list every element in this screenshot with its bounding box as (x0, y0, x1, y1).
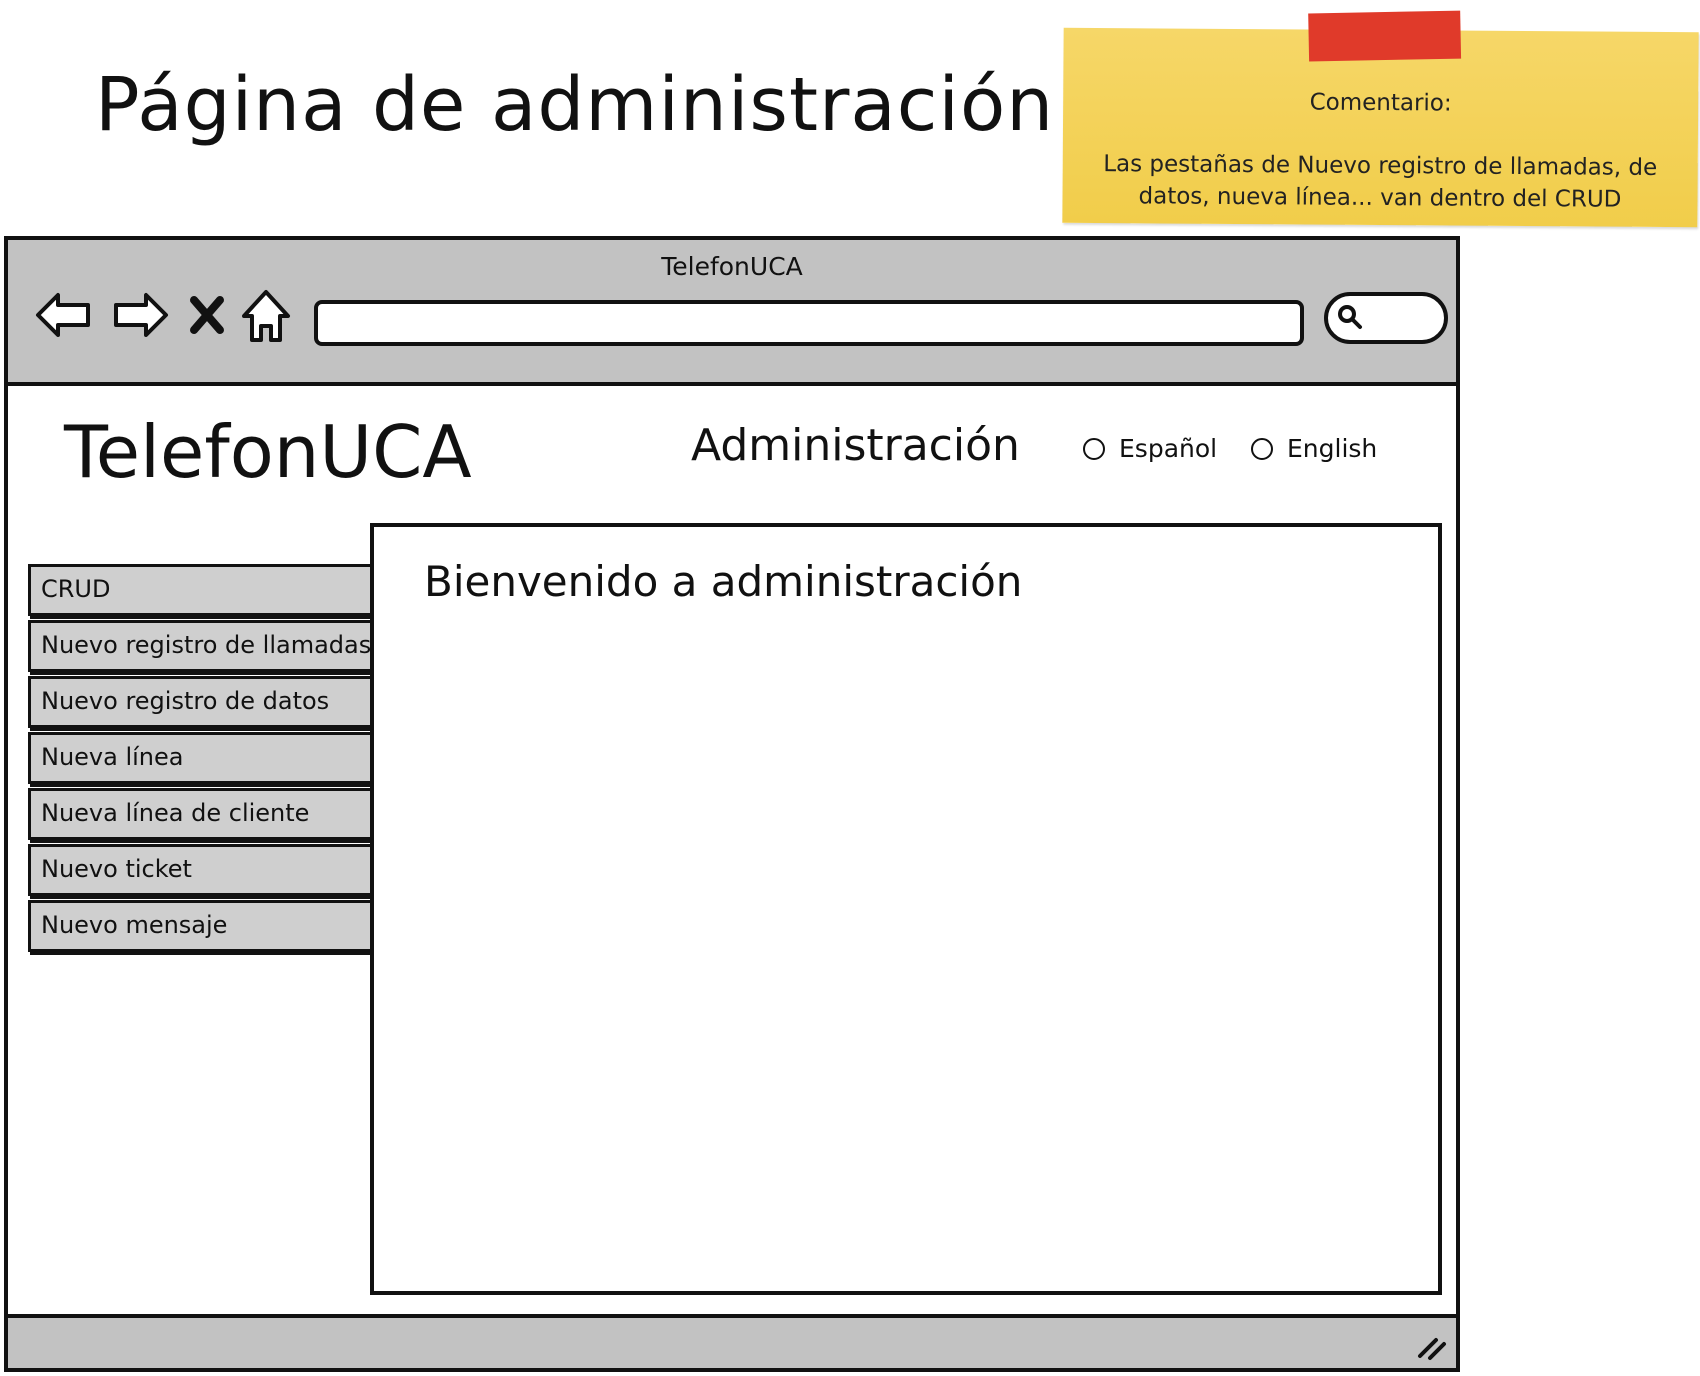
tab-nuevo-registro-datos[interactable]: Nuevo registro de datos (28, 676, 370, 728)
tab-crud[interactable]: CRUD (28, 564, 370, 616)
note-title: Comentario: (1309, 89, 1452, 117)
language-label: Español (1119, 434, 1218, 463)
language-option-espanol[interactable]: Español (1083, 434, 1217, 463)
status-bar (8, 1314, 1456, 1368)
radio-button[interactable] (1251, 437, 1273, 460)
tab-nueva-linea-cliente[interactable]: Nueva línea de cliente (28, 788, 370, 840)
browser-window: TelefonUCA TelefonUCA Administración Esp… (4, 236, 1460, 1372)
main-content-panel: Bienvenido a administración (370, 523, 1442, 1295)
tab-nueva-linea[interactable]: Nueva línea (28, 732, 370, 784)
language-label: English (1287, 434, 1378, 463)
address-bar[interactable] (314, 300, 1304, 346)
sticky-note: Comentario: Las pestañas de Nuevo regist… (1062, 10, 1699, 228)
radio-button[interactable] (1083, 437, 1105, 460)
brand-logo: TelefonUCA (64, 410, 472, 494)
close-icon[interactable] (184, 284, 230, 346)
section-title: Administración (691, 420, 1020, 471)
resize-grip-icon[interactable] (1414, 1328, 1448, 1362)
search-icon (1336, 303, 1364, 331)
tab-nuevo-registro-llamadas[interactable]: Nuevo registro de llamadas (28, 620, 370, 672)
back-arrow-icon[interactable] (34, 284, 96, 346)
note-tape (1308, 10, 1462, 62)
browser-chrome: TelefonUCA (8, 240, 1456, 386)
welcome-heading: Bienvenido a administración (424, 557, 1023, 606)
window-title: TelefonUCA (661, 252, 803, 281)
page-heading: Página de administración (95, 62, 1055, 148)
search-input[interactable] (1324, 292, 1448, 344)
note-body: Las pestañas de Nuevo registro de llamad… (1103, 151, 1658, 213)
language-option-english[interactable]: English (1251, 434, 1377, 463)
home-icon[interactable] (238, 284, 294, 346)
tab-nuevo-mensaje[interactable]: Nuevo mensaje (28, 900, 370, 952)
sidebar-tabs: CRUD Nuevo registro de llamadas Nuevo re… (28, 564, 370, 956)
tab-nuevo-ticket[interactable]: Nuevo ticket (28, 844, 370, 896)
forward-arrow-icon[interactable] (108, 284, 170, 346)
